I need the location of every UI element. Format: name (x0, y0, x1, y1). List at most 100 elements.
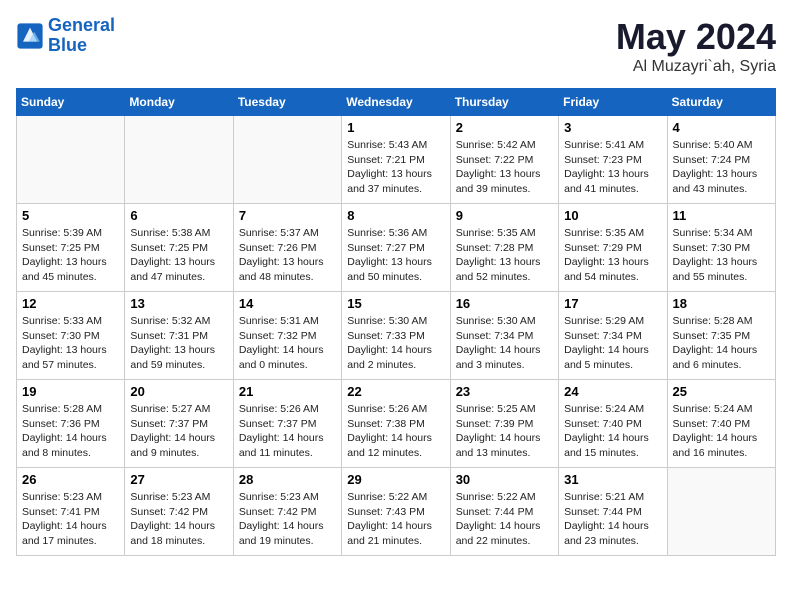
calendar-cell: 10Sunrise: 5:35 AMSunset: 7:29 PMDayligh… (559, 204, 667, 292)
weekday-header-tuesday: Tuesday (233, 89, 341, 116)
cell-info: Sunrise: 5:35 AMSunset: 7:29 PMDaylight:… (564, 226, 661, 285)
day-number: 5 (22, 208, 119, 223)
cell-info: Sunrise: 5:29 AMSunset: 7:34 PMDaylight:… (564, 314, 661, 373)
calendar-cell: 9 Sunrise: 5:35 AMSunset: 7:28 PMDaylight… (450, 204, 558, 292)
cell-info: Sunrise: 5:43 AMSunset: 7:21 PMDaylight:… (347, 138, 444, 197)
cell-info: Sunrise: 5:40 AMSunset: 7:24 PMDaylight:… (673, 138, 770, 197)
week-row-5: 26 Sunrise: 5:23 AMSunset: 7:41 PMDayligh… (17, 468, 776, 556)
week-row-1: 1 Sunrise: 5:43 AMSunset: 7:21 PMDaylight… (17, 116, 776, 204)
calendar-cell: 5 Sunrise: 5:39 AMSunset: 7:25 PMDaylight… (17, 204, 125, 292)
day-number: 11 (673, 208, 770, 223)
logo: General Blue (16, 16, 115, 56)
day-number: 31 (564, 472, 661, 487)
cell-info: Sunrise: 5:32 AMSunset: 7:31 PMDaylight:… (130, 314, 227, 373)
cell-info: Sunrise: 5:37 AMSunset: 7:26 PMDaylight:… (239, 226, 336, 285)
cell-info: Sunrise: 5:25 AMSunset: 7:39 PMDaylight:… (456, 402, 553, 461)
day-number: 20 (130, 384, 227, 399)
calendar-cell: 4Sunrise: 5:40 AMSunset: 7:24 PMDaylight… (667, 116, 775, 204)
cell-info: Sunrise: 5:24 AMSunset: 7:40 PMDaylight:… (673, 402, 770, 461)
calendar-cell: 28 Sunrise: 5:23 AMSunset: 7:42 PMDayligh… (233, 468, 341, 556)
calendar-cell: 25 Sunrise: 5:24 AMSunset: 7:40 PMDayligh… (667, 380, 775, 468)
calendar-cell: 6 Sunrise: 5:38 AMSunset: 7:25 PMDaylight… (125, 204, 233, 292)
day-number: 12 (22, 296, 119, 311)
cell-info: Sunrise: 5:27 AMSunset: 7:37 PMDaylight:… (130, 402, 227, 461)
cell-info: Sunrise: 5:26 AMSunset: 7:37 PMDaylight:… (239, 402, 336, 461)
day-number: 26 (22, 472, 119, 487)
day-number: 29 (347, 472, 444, 487)
day-number: 23 (456, 384, 553, 399)
calendar-cell: 1 Sunrise: 5:43 AMSunset: 7:21 PMDaylight… (342, 116, 450, 204)
page-header: General Blue May 2024 Al Muzayri`ah, Syr… (16, 16, 776, 76)
calendar-cell: 15Sunrise: 5:30 AMSunset: 7:33 PMDayligh… (342, 292, 450, 380)
day-number: 22 (347, 384, 444, 399)
day-number: 19 (22, 384, 119, 399)
cell-info: Sunrise: 5:23 AMSunset: 7:42 PMDaylight:… (239, 490, 336, 549)
weekday-header-thursday: Thursday (450, 89, 558, 116)
calendar-cell: 31Sunrise: 5:21 AMSunset: 7:44 PMDayligh… (559, 468, 667, 556)
cell-info: Sunrise: 5:34 AMSunset: 7:30 PMDaylight:… (673, 226, 770, 285)
calendar-cell: 21 Sunrise: 5:26 AMSunset: 7:37 PMDayligh… (233, 380, 341, 468)
calendar-cell: 3Sunrise: 5:41 AMSunset: 7:23 PMDaylight… (559, 116, 667, 204)
cell-info: Sunrise: 5:33 AMSunset: 7:30 PMDaylight:… (22, 314, 119, 373)
calendar-cell: 19Sunrise: 5:28 AMSunset: 7:36 PMDayligh… (17, 380, 125, 468)
day-number: 15 (347, 296, 444, 311)
title-block: May 2024 Al Muzayri`ah, Syria (616, 16, 776, 76)
cell-info: Sunrise: 5:22 AMSunset: 7:43 PMDaylight:… (347, 490, 444, 549)
calendar-cell: 11 Sunrise: 5:34 AMSunset: 7:30 PMDayligh… (667, 204, 775, 292)
day-number: 27 (130, 472, 227, 487)
calendar-cell: 13 Sunrise: 5:32 AMSunset: 7:31 PMDayligh… (125, 292, 233, 380)
calendar-cell: 2 Sunrise: 5:42 AMSunset: 7:22 PMDaylight… (450, 116, 558, 204)
calendar-cell: 14 Sunrise: 5:31 AMSunset: 7:32 PMDayligh… (233, 292, 341, 380)
logo-line1: General (48, 15, 115, 35)
day-number: 18 (673, 296, 770, 311)
calendar-cell: 26 Sunrise: 5:23 AMSunset: 7:41 PMDayligh… (17, 468, 125, 556)
cell-info: Sunrise: 5:31 AMSunset: 7:32 PMDaylight:… (239, 314, 336, 373)
week-row-4: 19Sunrise: 5:28 AMSunset: 7:36 PMDayligh… (17, 380, 776, 468)
calendar-cell (17, 116, 125, 204)
calendar-cell: 27Sunrise: 5:23 AMSunset: 7:42 PMDayligh… (125, 468, 233, 556)
week-row-3: 12 Sunrise: 5:33 AMSunset: 7:30 PMDayligh… (17, 292, 776, 380)
day-number: 3 (564, 120, 661, 135)
day-number: 6 (130, 208, 227, 223)
day-number: 25 (673, 384, 770, 399)
day-number: 8 (347, 208, 444, 223)
day-number: 7 (239, 208, 336, 223)
day-number: 16 (456, 296, 553, 311)
calendar-cell: 20 Sunrise: 5:27 AMSunset: 7:37 PMDayligh… (125, 380, 233, 468)
day-number: 24 (564, 384, 661, 399)
weekday-header-sunday: Sunday (17, 89, 125, 116)
cell-info: Sunrise: 5:39 AMSunset: 7:25 PMDaylight:… (22, 226, 119, 285)
cell-info: Sunrise: 5:26 AMSunset: 7:38 PMDaylight:… (347, 402, 444, 461)
location-title: Al Muzayri`ah, Syria (616, 58, 776, 76)
calendar-cell: 22 Sunrise: 5:26 AMSunset: 7:38 PMDayligh… (342, 380, 450, 468)
cell-info: Sunrise: 5:23 AMSunset: 7:41 PMDaylight:… (22, 490, 119, 549)
calendar-cell: 8Sunrise: 5:36 AMSunset: 7:27 PMDaylight… (342, 204, 450, 292)
cell-info: Sunrise: 5:28 AMSunset: 7:35 PMDaylight:… (673, 314, 770, 373)
calendar-cell: 7 Sunrise: 5:37 AMSunset: 7:26 PMDaylight… (233, 204, 341, 292)
day-number: 9 (456, 208, 553, 223)
calendar-cell: 24 Sunrise: 5:24 AMSunset: 7:40 PMDayligh… (559, 380, 667, 468)
calendar-cell: 16 Sunrise: 5:30 AMSunset: 7:34 PMDayligh… (450, 292, 558, 380)
day-number: 2 (456, 120, 553, 135)
logo-icon (16, 22, 44, 50)
calendar-cell (233, 116, 341, 204)
calendar-cell: 12 Sunrise: 5:33 AMSunset: 7:30 PMDayligh… (17, 292, 125, 380)
calendar-table: SundayMondayTuesdayWednesdayThursdayFrid… (16, 88, 776, 556)
day-number: 14 (239, 296, 336, 311)
cell-info: Sunrise: 5:42 AMSunset: 7:22 PMDaylight:… (456, 138, 553, 197)
calendar-cell (667, 468, 775, 556)
day-number: 1 (347, 120, 444, 135)
weekday-header-wednesday: Wednesday (342, 89, 450, 116)
calendar-cell (125, 116, 233, 204)
weekday-header-saturday: Saturday (667, 89, 775, 116)
cell-info: Sunrise: 5:30 AMSunset: 7:34 PMDaylight:… (456, 314, 553, 373)
day-number: 28 (239, 472, 336, 487)
day-number: 13 (130, 296, 227, 311)
day-number: 17 (564, 296, 661, 311)
day-number: 21 (239, 384, 336, 399)
cell-info: Sunrise: 5:24 AMSunset: 7:40 PMDaylight:… (564, 402, 661, 461)
cell-info: Sunrise: 5:22 AMSunset: 7:44 PMDaylight:… (456, 490, 553, 549)
weekday-header-friday: Friday (559, 89, 667, 116)
cell-info: Sunrise: 5:38 AMSunset: 7:25 PMDaylight:… (130, 226, 227, 285)
cell-info: Sunrise: 5:35 AMSunset: 7:28 PMDaylight:… (456, 226, 553, 285)
